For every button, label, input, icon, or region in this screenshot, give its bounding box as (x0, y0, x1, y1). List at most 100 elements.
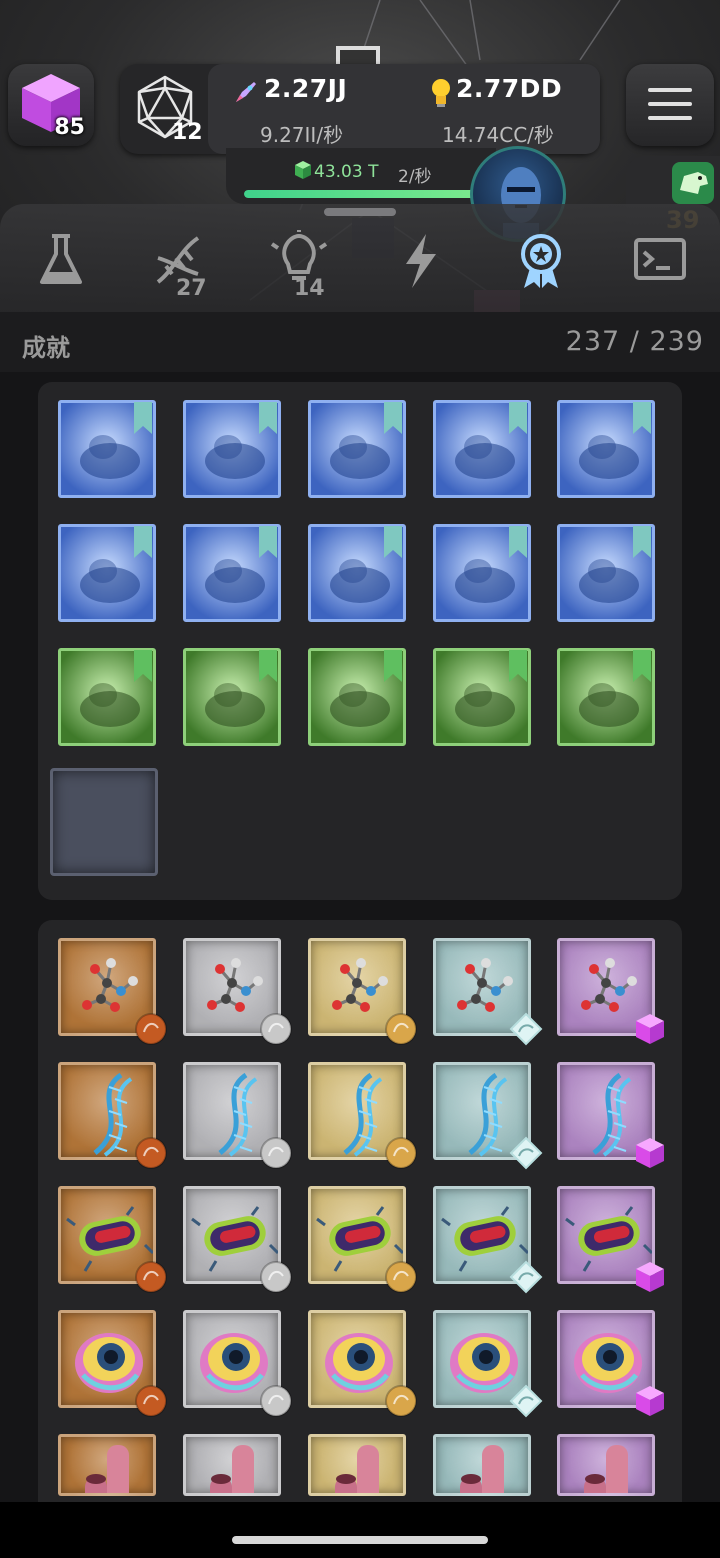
currency-readout: 2.27JJ 2.77DD 9.27II/秒 14.74CC/秒 (208, 64, 600, 154)
collection-tile-dna-silver[interactable] (183, 1062, 292, 1169)
terminal-icon (634, 238, 686, 280)
collection-tile-cell-silver[interactable] (183, 1310, 292, 1417)
bookmark-ribbon-icon (384, 402, 402, 434)
diamond-badge-icon (509, 1012, 543, 1046)
drag-handle[interactable] (324, 208, 396, 216)
achievement-tile-dna[interactable] (58, 400, 156, 498)
tab-energy[interactable] (376, 230, 466, 306)
collection-tile-cell-diamond[interactable] (433, 1310, 543, 1418)
collection-tile-molecule-purple[interactable] (557, 938, 664, 1044)
collection-tile-molecule-gold[interactable] (308, 938, 417, 1045)
tab-ideas[interactable]: 14 (254, 230, 344, 306)
green-cube-icon (295, 161, 311, 179)
achievement-tile-dinosaur[interactable] (308, 648, 406, 746)
collection-tile-cell-gold[interactable] (308, 1310, 417, 1417)
tube-image (183, 1434, 281, 1496)
bronze-badge-icon (135, 1385, 167, 1417)
achievement-tile-planet[interactable] (308, 524, 406, 622)
flask-icon (40, 234, 82, 284)
collection-tile-tube-gold[interactable] (308, 1434, 406, 1496)
achievement-tile-crocodile[interactable] (433, 648, 531, 746)
diamond-badge-icon (509, 1384, 543, 1418)
gold-badge-icon (385, 1013, 417, 1045)
achievements-count: 237 / 239 (565, 326, 704, 357)
hamburger-line (648, 102, 692, 106)
collection-tile-molecule-bronze[interactable] (58, 938, 167, 1045)
gold-badge-icon (385, 1137, 417, 1169)
collection-tile-molecule-silver[interactable] (183, 938, 292, 1045)
collection-tile-cell-bronze[interactable] (58, 1310, 167, 1417)
d20-count: 12 (172, 120, 203, 145)
bronze-badge-icon (135, 1261, 167, 1293)
purple-badge-icon (636, 1386, 664, 1416)
purple-badge-icon (636, 1262, 664, 1292)
bookmark-ribbon-icon (633, 526, 651, 558)
cube-count: 85 (54, 115, 85, 140)
collection-tile-tube-bronze[interactable] (58, 1434, 156, 1496)
achievement-tile-fish[interactable] (308, 400, 406, 498)
collection-tile-bacterium-diamond[interactable] (433, 1186, 543, 1294)
bookmark-ribbon-icon (384, 650, 402, 682)
achievement-tile-lions[interactable] (557, 524, 655, 622)
tube-image (308, 1434, 406, 1496)
collection-tile-dna-purple[interactable] (557, 1062, 664, 1168)
achievement-tile-skull[interactable] (58, 648, 156, 746)
achievement-tile-head[interactable] (183, 524, 281, 622)
achievement-tile-jellyfish[interactable] (183, 400, 281, 498)
lightning-icon (406, 234, 436, 288)
tab-ideas-count: 14 (294, 276, 325, 301)
menu-button[interactable] (626, 64, 714, 146)
progress-bar-fill (244, 190, 476, 198)
collection-tile-dna-diamond[interactable] (433, 1062, 543, 1170)
silver-badge-icon (260, 1385, 292, 1417)
tab-bar: 27 14 (0, 204, 720, 312)
collection-tile-bacterium-bronze[interactable] (58, 1186, 167, 1293)
diamond-badge-icon (509, 1136, 543, 1170)
tab-lab[interactable] (16, 230, 106, 306)
purple-badge-icon (636, 1138, 664, 1168)
hamburger-line (648, 116, 692, 120)
home-indicator[interactable] (232, 1536, 488, 1544)
tab-dna[interactable]: 27 (136, 230, 226, 306)
achievement-tile-rock[interactable] (433, 400, 531, 498)
collection-tile-bacterium-purple[interactable] (557, 1186, 664, 1292)
collection-tile-tube-diamond[interactable] (433, 1434, 531, 1496)
progress-panel: 43.03 T 2/秒 (226, 148, 496, 204)
system-nav-bar (0, 1502, 720, 1558)
tube-image (58, 1434, 156, 1496)
bulb-value: 2.77DD (456, 74, 563, 103)
tab-dna-count: 27 (176, 276, 207, 301)
tube-image (557, 1434, 655, 1496)
rocket-rate: 9.27II/秒 (260, 123, 344, 147)
bookmark-ribbon-icon (509, 526, 527, 558)
dinosaur-icon (672, 162, 714, 204)
collection-tile-cell-purple[interactable] (557, 1310, 664, 1416)
rocket-value: 2.27JJ (264, 74, 348, 103)
collection-tile-bacterium-silver[interactable] (183, 1186, 292, 1293)
gold-badge-icon (385, 1261, 417, 1293)
cube-currency-button[interactable]: 85 (8, 64, 94, 146)
bookmark-ribbon-icon (259, 650, 277, 682)
bookmark-ribbon-icon (633, 402, 651, 434)
achievement-panel-story (38, 382, 682, 900)
tab-achievements[interactable] (496, 230, 586, 306)
collection-tile-bacterium-gold[interactable] (308, 1186, 417, 1293)
bookmark-ribbon-icon (134, 402, 152, 434)
collection-tile-molecule-diamond[interactable] (433, 938, 543, 1046)
collection-tile-dna-bronze[interactable] (58, 1062, 167, 1169)
tab-terminal[interactable] (616, 230, 706, 306)
achievement-tile-meteor[interactable] (183, 648, 281, 746)
collection-tile-tube-silver[interactable] (183, 1434, 281, 1496)
achievement-tile-whale[interactable] (433, 524, 531, 622)
achievement-tile-bird[interactable] (557, 648, 655, 746)
tube-image (433, 1434, 531, 1496)
collection-tile-dna-gold[interactable] (308, 1062, 417, 1169)
bookmark-ribbon-icon (134, 526, 152, 558)
collection-tile-tube-purple[interactable] (557, 1434, 655, 1496)
progress-rate: 2/秒 (398, 167, 432, 187)
silver-badge-icon (260, 1137, 292, 1169)
achievement-tile-humans[interactable] (557, 400, 655, 498)
achievements-title: 成就 (22, 334, 70, 362)
achievement-tile-face[interactable] (58, 524, 156, 622)
achievement-tile-locked[interactable] (50, 768, 158, 876)
